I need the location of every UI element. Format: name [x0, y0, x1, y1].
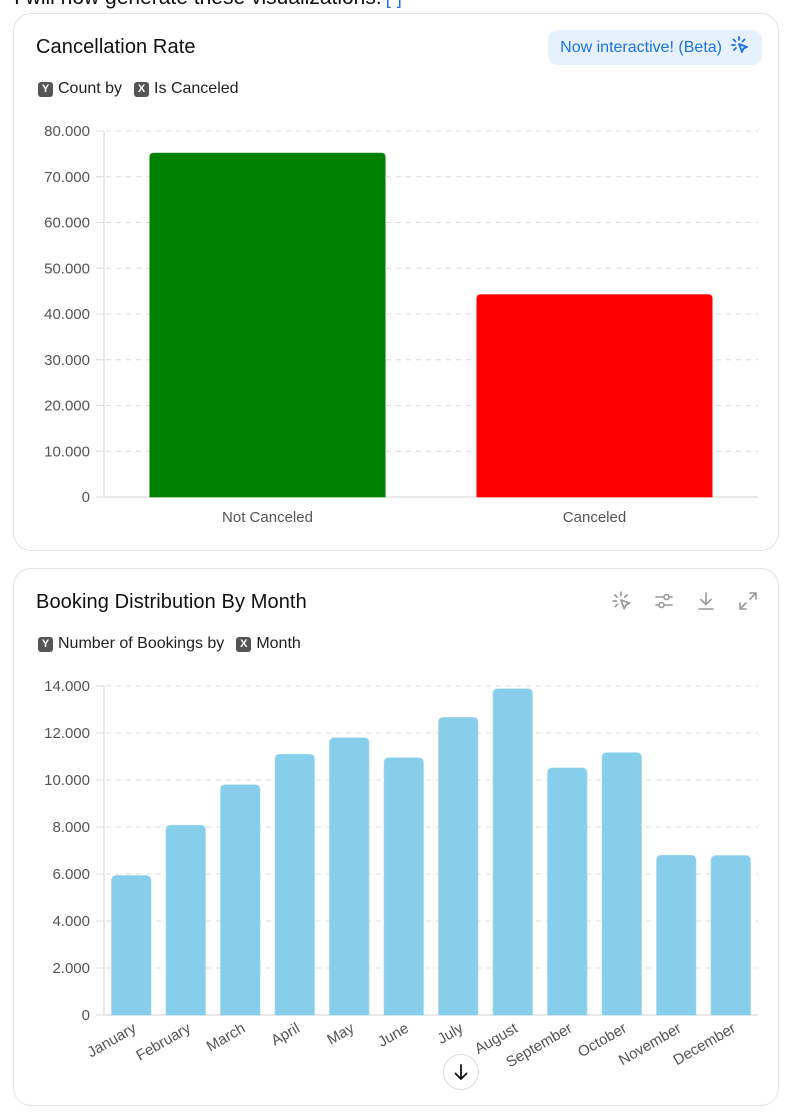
intro-text: I will now generate these visualizations… [14, 0, 402, 10]
bar-august[interactable] [492, 688, 533, 1016]
bar-february[interactable] [165, 824, 206, 1016]
bar-june[interactable] [383, 757, 424, 1016]
x-tick-label: May [324, 1019, 357, 1048]
x-tick-label: July [435, 1019, 467, 1047]
y-tick-label: 80.000 [44, 123, 90, 140]
bar-march[interactable] [220, 784, 261, 1016]
y-tick-label: 12.000 [44, 725, 90, 742]
bar-september[interactable] [547, 767, 588, 1016]
x-tick-label: June [375, 1020, 412, 1051]
bar-canceled[interactable] [476, 294, 713, 498]
y-tick-label: 14.000 [44, 678, 90, 695]
x-tick-label: February [133, 1019, 194, 1064]
arrow-down-icon [454, 1064, 468, 1080]
citation-link[interactable]: [-] [386, 0, 402, 8]
y-tick-label: 40.000 [44, 306, 90, 323]
bar-not-canceled[interactable] [149, 152, 386, 498]
x-tick-label: Canceled [563, 509, 626, 526]
y-tick-label: 30.000 [44, 352, 90, 369]
bar-october[interactable] [601, 752, 642, 1016]
x-tick-label: January [85, 1019, 140, 1061]
bar-july[interactable] [438, 716, 479, 1016]
bar-january[interactable] [111, 875, 152, 1016]
x-tick-label: March [204, 1020, 249, 1056]
y-tick-label: 70.000 [44, 169, 90, 186]
bar-december[interactable] [710, 855, 751, 1016]
bar-november[interactable] [656, 854, 697, 1016]
y-tick-label: 10.000 [44, 772, 90, 789]
y-tick-label: 6.000 [52, 866, 90, 883]
bar-may[interactable] [329, 737, 370, 1016]
y-tick-label: 60.000 [44, 215, 90, 232]
y-tick-label: 0 [82, 1007, 90, 1024]
x-tick-label: Not Canceled [222, 509, 313, 526]
bar-april[interactable] [274, 753, 315, 1016]
intro-text-label: I will now generate these visualizations… [14, 0, 382, 9]
y-tick-label: 10.000 [44, 443, 90, 460]
chart-card-booking-distribution: Booking Distribution By Month Y Number o… [13, 568, 779, 1106]
cancellation-bar-chart[interactable]: 0 10.000 20.000 30.000 40.000 50.000 60.000 70.… [14, 14, 780, 552]
chart-card-cancellation-rate: Cancellation Rate Now interactive! (Beta… [13, 13, 779, 551]
y-tick-label: 0 [82, 489, 90, 506]
x-tick-label: December [670, 1020, 738, 1069]
y-tick-label: 20.000 [44, 398, 90, 415]
y-tick-label: 50.000 [44, 260, 90, 277]
y-tick-label: 8.000 [52, 819, 90, 836]
y-tick-label: 2.000 [52, 960, 90, 977]
x-tick-label: April [268, 1020, 302, 1050]
booking-month-bar-chart[interactable]: 0 2.000 4.000 6.000 8.000 10.000 12.000 14.000 J… [14, 569, 780, 1107]
y-tick-label: 4.000 [52, 913, 90, 930]
scroll-to-bottom-button[interactable] [443, 1054, 479, 1090]
